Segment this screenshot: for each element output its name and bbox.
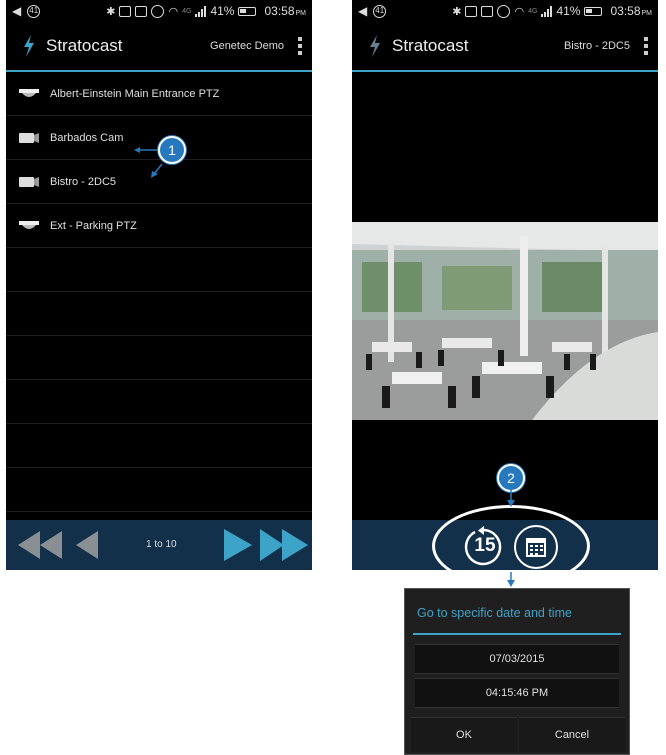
dialog-divider [413,633,621,635]
bluetooth-icon: ✱ [452,5,462,18]
battery-percent: 41% [556,4,581,18]
empty-row [6,468,312,512]
date-field[interactable]: 07/03/2015 [415,644,619,674]
ok-button[interactable]: OK [411,717,517,752]
empty-row [6,336,312,380]
empty-row [6,380,312,424]
time-field[interactable]: 04:15:46 PM [415,678,619,708]
vibrate-icon [481,5,494,17]
signal-icon [541,5,553,17]
calendar-button[interactable] [514,525,558,569]
empty-row [6,424,312,468]
vibrate-icon [135,5,148,17]
status-bar: ◀ 41 ✱ ◠ 4G 41% 03:58PM [352,0,658,22]
ptz-camera-icon [19,220,39,229]
dialog-pointer-arrow-icon [507,572,515,587]
page-range: 1 to 10 [146,539,177,550]
first-page-icon[interactable] [16,531,66,559]
notification-count-icon: 41 [373,4,387,18]
battery-percent: 41% [210,4,235,18]
camera-row-ext-parking[interactable]: Ext - Parking PTZ [6,204,312,248]
empty-row [6,292,312,336]
date-time-dialog: Go to specific date and time 07/03/2015 … [404,588,630,755]
back-arrow-icon: ◀ [12,4,22,18]
notification-count-icon: 41 [27,4,41,18]
stratocast-logo-icon[interactable] [368,35,382,57]
app-bar: Stratocast Bistro - 2DC5 [352,22,658,72]
calendar-icon [526,538,546,557]
fixed-camera-icon [19,176,39,187]
app-title: Stratocast [392,36,469,55]
back-arrow-icon: ◀ [358,4,368,18]
callout-arrows-icon [134,147,163,178]
wifi-icon: ◠ [514,5,525,18]
callout-arrow-down-icon [507,490,515,507]
alarm-icon [497,4,511,18]
camera-name: Bistro - 2DC5 [50,175,117,188]
signal-icon [195,5,207,17]
nfc-icon [465,5,478,17]
video-feed[interactable] [352,222,658,420]
last-page-icon[interactable] [260,529,310,561]
camera-name: Albert-Einstein Main Entrance PTZ [50,87,220,100]
status-bar: ◀ 41 ✱ ◠ 4G 41% 03:58PM [6,0,312,22]
bluetooth-icon: ✱ [106,5,116,18]
camera-name: Ext - Parking PTZ [50,219,137,232]
account-name[interactable]: Genetec Demo [210,40,284,52]
app-bar: Stratocast Genetec Demo [6,22,312,72]
pagination-bar: 1 to 10 [6,520,312,570]
dialog-title: Go to specific date and time [417,606,572,620]
wifi-icon: ◠ [168,5,179,18]
clock: 03:58PM [264,4,306,18]
replay-seconds-label: 15 [474,535,496,556]
battery-icon [584,6,603,16]
app-title: Stratocast [46,36,123,55]
clock: 03:58PM [610,4,652,18]
empty-row [6,248,312,292]
battery-icon [238,6,257,16]
stratocast-logo-icon[interactable] [22,35,36,57]
alarm-icon [151,4,165,18]
camera-name: Bistro - 2DC5 [563,40,630,52]
callout-badge-2: 2 [497,464,525,492]
overflow-menu-icon[interactable] [298,37,302,55]
cancel-button[interactable]: Cancel [519,717,625,752]
next-page-icon[interactable] [222,529,254,561]
network-type: 4G [182,7,192,15]
nfc-icon [119,5,132,17]
camera-list-screen: ◀ 41 ✱ ◠ 4G 41% 03:58PM Stratocast Genet… [6,0,312,570]
camera-name: Barbados Cam [50,131,124,144]
network-type: 4G [528,7,538,15]
ptz-camera-icon [19,88,39,97]
fixed-camera-icon [19,132,39,143]
overflow-menu-icon[interactable] [644,37,648,55]
camera-row-albert-einstein[interactable]: Albert-Einstein Main Entrance PTZ [6,72,312,116]
previous-page-icon[interactable] [74,531,100,559]
